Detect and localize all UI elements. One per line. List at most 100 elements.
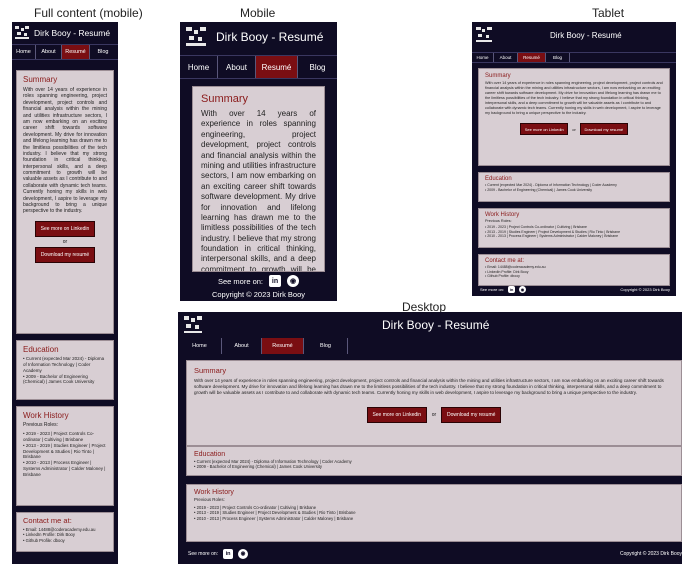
work-item: 2010 - 2013 | Process Engineer | Systems…: [485, 234, 663, 239]
contact-card: Contact me at: Email: 14488@coderacademy…: [16, 512, 114, 552]
site-logo: [184, 316, 202, 334]
nav-resume[interactable]: Resumé: [62, 45, 90, 59]
nav-blog[interactable]: Blog: [304, 338, 348, 354]
summary-card: Summary With over 14 years of experience…: [192, 86, 325, 272]
github-icon[interactable]: ◉: [287, 275, 300, 287]
see-more-label: See more on:: [188, 551, 219, 557]
github-icon[interactable]: ◉: [238, 549, 249, 559]
site-header: Dirk Booy - Resumé: [12, 22, 118, 44]
education-heading: Education: [23, 345, 59, 354]
contact-card: Contact me at: Email: 14488@coderacademy…: [478, 254, 670, 286]
nav-about[interactable]: About: [218, 56, 256, 78]
download-button[interactable]: Download my resumé: [35, 246, 95, 263]
summary-card: Summary With over 14 years of experience…: [478, 68, 670, 166]
tablet-frame: Dirk Booy - Resumé Home About Resumé Blo…: [472, 22, 676, 296]
see-more-label: See more on:: [217, 276, 264, 286]
site-title: Dirk Booy - Resumé: [34, 28, 111, 38]
or-text: or: [431, 411, 437, 418]
site-logo: [476, 27, 492, 43]
site-header: Dirk Booy - Resumé: [472, 22, 676, 48]
site-footer: See more on: in ◉ Copyright © 2023 Dirk …: [480, 286, 670, 293]
work-heading: Work History: [485, 212, 520, 218]
work-card: Work History Previous Roles: 2019 - 2023…: [16, 406, 114, 506]
site-title: Dirk Booy - Resumé: [216, 30, 324, 44]
nav-resume[interactable]: Resumé: [256, 56, 298, 78]
contact-github[interactable]: Github Profile: dbooy: [485, 274, 663, 279]
summary-heading: Summary: [485, 73, 511, 79]
contact-github[interactable]: Github Profile: dbooy: [23, 538, 107, 543]
work-item: 2010 - 2013 | Process Engineer | Systems…: [194, 516, 674, 521]
summary-text: With over 14 years of experience in role…: [194, 378, 664, 396]
nav-home[interactable]: Home: [178, 338, 222, 354]
linkedin-icon[interactable]: in: [269, 275, 282, 287]
work-item: 2013 - 2019 | Studies Engineer | Project…: [23, 443, 107, 461]
education-item: 2009 - Bachelor of Engineering (Chemical…: [485, 188, 663, 193]
or-text: or: [572, 126, 576, 132]
work-item: 2019 - 2023 | Project Controls Co-ordina…: [23, 431, 107, 443]
education-card: Education Current (expected Mar 2024) - …: [186, 446, 682, 476]
contact-heading: Contact me at:: [485, 258, 525, 264]
summary-text: With over 14 years of experience in role…: [23, 87, 107, 215]
previous-roles-label: Previous Roles:: [194, 497, 225, 502]
nav-about[interactable]: About: [36, 45, 62, 59]
work-item: 2010 - 2013 | Process Engineer | Systems…: [23, 460, 107, 478]
site-header: Dirk Booy - Resumé: [180, 22, 337, 52]
work-heading: Work History: [194, 489, 234, 496]
main-nav: Home About Resumé Blog: [180, 55, 337, 79]
nav-resume[interactable]: Resumé: [262, 338, 304, 354]
main-nav: Home About Resumé Blog: [178, 338, 682, 354]
nav-blog[interactable]: Blog: [298, 56, 337, 78]
copyright: Copyright © 2023 Dirk Booy: [620, 287, 670, 292]
education-item: 2009 - Bachelor of Engineering (Chemical…: [194, 464, 674, 469]
summary-card: Summary With over 14 years of experience…: [16, 70, 114, 334]
copyright: Copyright © 2023 Dirk Booy: [211, 290, 306, 299]
summary-heading: Summary: [194, 366, 227, 375]
education-card: Education Current (expected Mar 2024) - …: [16, 340, 114, 400]
label-tablet: Tablet: [592, 6, 625, 20]
summary-text: With over 14 years of experience in role…: [201, 109, 316, 272]
summary-card: Summary With over 14 years of experience…: [186, 360, 682, 446]
nav-blog[interactable]: Blog: [90, 45, 116, 59]
full-content-mobile-frame: Dirk Booy - Resumé Home About Resumé Blo…: [12, 22, 118, 564]
main-nav: Home About Resumé Blog: [12, 44, 118, 60]
education-card: Education Current (expected Mar 2024) - …: [478, 172, 670, 202]
site-header: Dirk Booy - Resumé: [178, 312, 682, 338]
see-more-label: See more on:: [480, 287, 505, 292]
nav-home[interactable]: Home: [12, 45, 36, 59]
copyright: Copyright © 2023 Dirk Booy: [619, 551, 682, 557]
site-logo: [186, 27, 206, 47]
site-logo: [15, 26, 29, 40]
linkedin-button[interactable]: See more on Linkedin: [520, 123, 569, 136]
nav-blog[interactable]: Blog: [546, 53, 570, 62]
mobile-frame: Dirk Booy - Resumé Home About Resumé Blo…: [180, 22, 337, 301]
nav-home[interactable]: Home: [472, 53, 494, 62]
contact-heading: Contact me at:: [23, 516, 72, 525]
summary-heading: Summary: [201, 93, 249, 105]
linkedin-button[interactable]: See more on Linkedin: [366, 406, 427, 423]
label-mobile: Mobile: [240, 6, 276, 20]
education-item: Current (expected Mar 2024) - Diploma of…: [23, 356, 107, 374]
previous-roles-label: Previous Roles:: [23, 422, 59, 428]
linkedin-icon[interactable]: in: [223, 549, 234, 559]
download-button[interactable]: Download my resumé: [579, 123, 628, 136]
nav-about[interactable]: About: [222, 338, 262, 354]
linkedin-icon[interactable]: in: [508, 286, 516, 293]
education-heading: Education: [194, 451, 226, 458]
label-full-content: Full content (mobile): [34, 6, 143, 20]
or-text: or: [62, 238, 68, 245]
nav-about[interactable]: About: [494, 53, 518, 62]
education-item: 2009 - Bachelor of Engineering (Chemical…: [23, 374, 107, 386]
work-card: Work History Previous Roles: 2019 - 2023…: [478, 208, 670, 248]
site-title: Dirk Booy - Resumé: [382, 318, 490, 332]
desktop-frame: Dirk Booy - Resumé Home About Resumé Blo…: [178, 312, 682, 564]
download-button[interactable]: Download my resumé: [441, 406, 502, 423]
github-icon[interactable]: ◉: [519, 286, 527, 293]
work-heading: Work History: [23, 411, 69, 420]
previous-roles-label: Previous Roles:: [485, 219, 512, 223]
linkedin-button[interactable]: See more on Linkedin: [35, 220, 95, 237]
site-footer: See more on: in ◉ Copyright © 2023 Dirk …: [180, 272, 337, 299]
main-nav: Home About Resumé Blog: [472, 52, 676, 63]
summary-heading: Summary: [23, 75, 58, 84]
nav-home[interactable]: Home: [180, 56, 218, 78]
nav-resume[interactable]: Resumé: [518, 53, 546, 62]
